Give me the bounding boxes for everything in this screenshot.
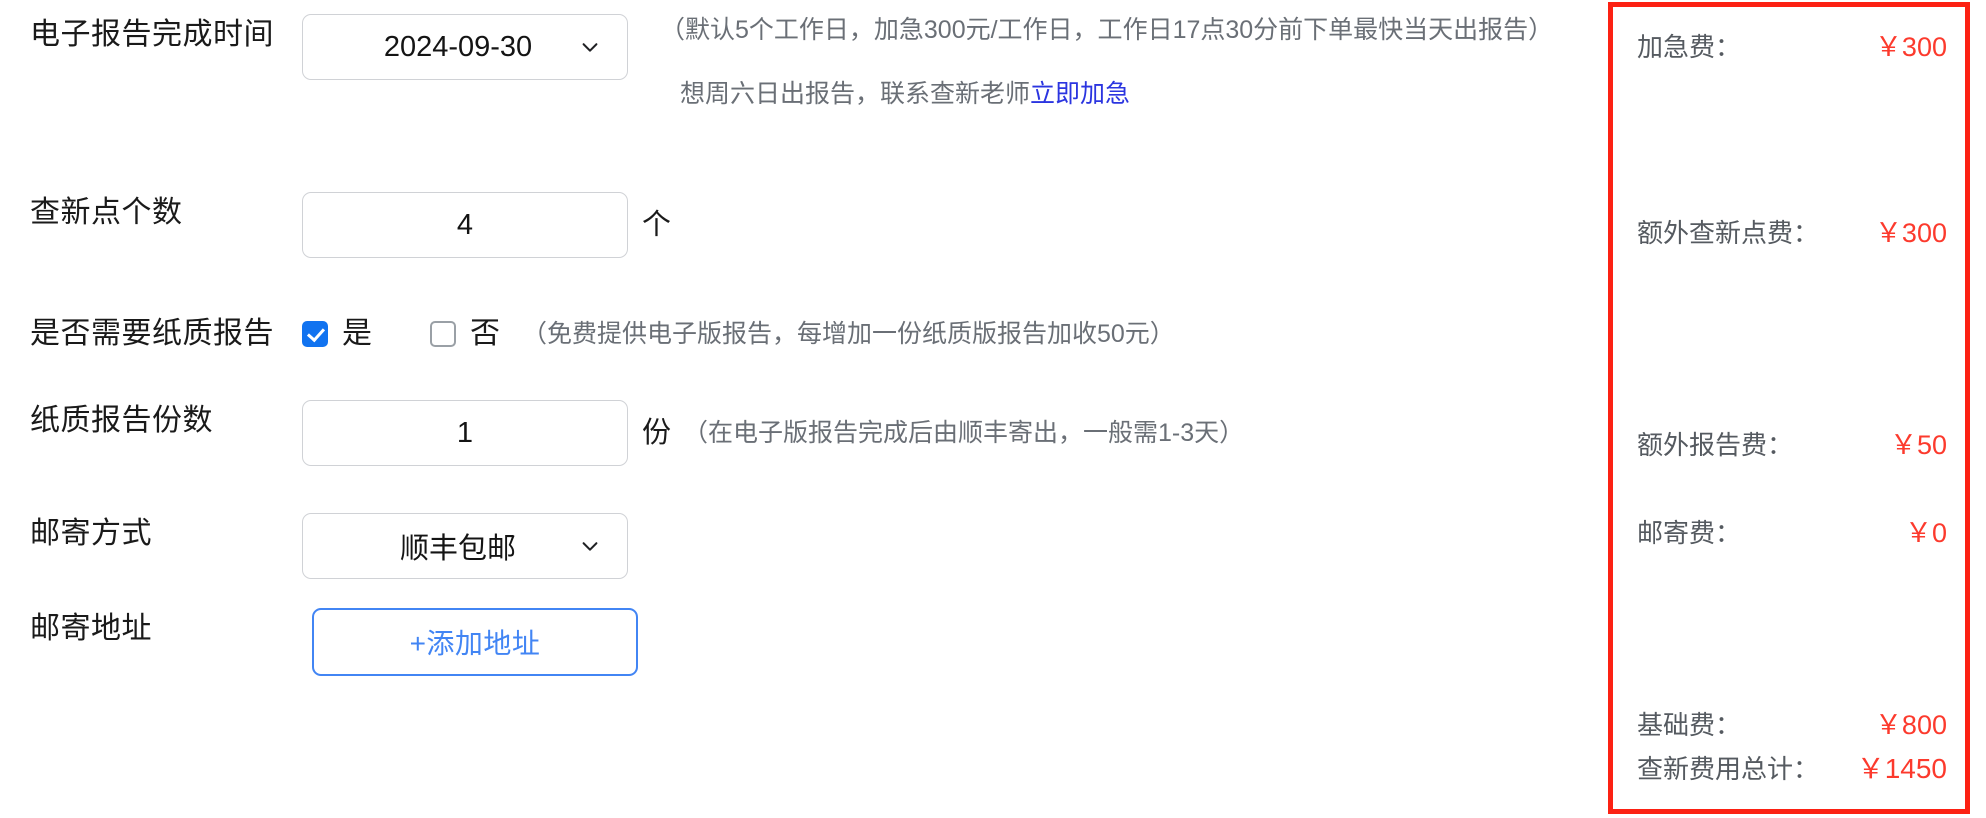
add-address-button[interactable]: +添加地址 [312, 608, 638, 676]
urgent-link[interactable]: 立即加急 [1030, 80, 1130, 108]
report-date-value: 2024-09-30 [383, 30, 533, 63]
fee-label-base: 基础费： [1637, 710, 1742, 740]
fee-row-extra-points: 额外查新点费： ￥300 [1637, 215, 1947, 251]
control-search-points: 4 个 [302, 192, 671, 258]
fee-label-extra-report: 额外报告费： [1637, 430, 1794, 460]
label-ship-address: 邮寄地址 [30, 612, 152, 645]
fee-value-shipping: ￥0 [1904, 518, 1947, 548]
search-points-input[interactable]: 4 [302, 192, 628, 258]
paper-report-checkbox-group: 是 否 [302, 313, 500, 355]
checkbox-yes-box[interactable] [302, 321, 328, 347]
fee-value-base: ￥800 [1874, 710, 1947, 740]
form-row-paper-copies: 纸质报告份数 1 份 （在电子版报告完成后由顺丰寄出，一般需1-3天） [30, 400, 1244, 466]
checkbox-no[interactable]: 否 [430, 319, 500, 349]
checkbox-no-label: 否 [470, 317, 500, 350]
checkbox-yes[interactable]: 是 [302, 319, 372, 349]
label-search-points: 查新点个数 [30, 196, 183, 229]
form-row-ship-method: 邮寄方式 顺丰包邮 [30, 513, 628, 579]
report-date-hint-block: （默认5个工作日，加急300元/工作日，工作日17点30分前下单最快当天出报告）… [660, 8, 1600, 116]
checkbox-no-box[interactable] [430, 321, 456, 347]
fee-value-extra-report: ￥50 [1889, 430, 1947, 460]
checkbox-yes-label: 是 [342, 317, 372, 350]
fee-label-shipping: 邮寄费： [1637, 518, 1742, 548]
fee-value-extra-points: ￥300 [1874, 218, 1947, 248]
fee-row-total: 查新费用总计： ￥1450 [1637, 751, 1947, 787]
ship-method-select[interactable]: 顺丰包邮 [302, 513, 628, 579]
fee-value-total: ￥1450 [1856, 753, 1947, 784]
fee-label-extra-points: 额外查新点费： [1637, 218, 1820, 248]
paper-copies-unit: 份 [642, 417, 672, 449]
paper-report-hint: （免费提供电子版报告，每增加一份纸质版报告加收50元） [522, 320, 1175, 348]
form-row-search-points: 查新点个数 4 个 [30, 192, 671, 258]
chevron-down-icon [579, 535, 601, 557]
fee-value-urgent: ￥300 [1874, 32, 1947, 62]
fee-row-urgent: 加急费： ￥300 [1637, 29, 1947, 65]
chevron-down-icon [579, 36, 601, 58]
control-ship-method: 顺丰包邮 [302, 513, 628, 579]
report-date-select[interactable]: 2024-09-30 [302, 14, 628, 80]
label-paper-copies: 纸质报告份数 [30, 404, 213, 437]
control-ship-address: +添加地址 [302, 608, 638, 676]
control-report-date: 2024-09-30 [302, 14, 628, 80]
label-need-paper-report: 是否需要纸质报告 [30, 317, 274, 350]
paper-copies-input[interactable]: 1 [302, 400, 628, 466]
fee-row-extra-report: 额外报告费： ￥50 [1637, 427, 1947, 463]
control-need-paper-report: 是 否 （免费提供电子版报告，每增加一份纸质版报告加收50元） [302, 313, 1175, 355]
fee-row-shipping: 邮寄费： ￥0 [1637, 515, 1947, 551]
report-date-hint-paragraph: （默认5个工作日，加急300元/工作日，工作日17点30分前下单最快当天出报告） [660, 16, 1554, 44]
order-fee-form-page: 电子报告完成时间 2024-09-30 （默认5个工作日，加急300元/工作日，… [0, 0, 1986, 818]
control-paper-copies: 1 份 （在电子版报告完成后由顺丰寄出，一般需1-3天） [302, 400, 1244, 466]
ship-method-value: 顺丰包邮 [399, 533, 516, 565]
paper-copies-hint: （在电子版报告完成后由顺丰寄出，一般需1-3天） [683, 419, 1245, 447]
label-report-date: 电子报告完成时间 [30, 18, 274, 51]
form-row-need-paper-report: 是否需要纸质报告 是 否 （免费提供电子版报告，每增加一份纸质版报告加收50元） [30, 313, 1175, 355]
fee-row-base: 基础费： ￥800 [1637, 707, 1947, 743]
form-row-report-date: 电子报告完成时间 2024-09-30 [30, 14, 628, 80]
report-date-hint-line2: 想周六日出报告，联系查新老师立即加急 [660, 72, 1600, 116]
fee-label-urgent: 加急费： [1637, 32, 1742, 62]
fee-label-total: 查新费用总计： [1637, 754, 1820, 784]
fee-summary-panel: 加急费： ￥300 额外查新点费： ￥300 额外报告费： ￥50 邮寄费： ￥… [1608, 2, 1970, 814]
form-row-ship-address: 邮寄地址 +添加地址 [30, 608, 638, 676]
hint-line2-prefix: 想周六日出报告，联系查新老师 [680, 80, 1031, 108]
label-ship-method: 邮寄方式 [30, 517, 152, 550]
form-area: 电子报告完成时间 2024-09-30 （默认5个工作日，加急300元/工作日，… [0, 0, 1600, 818]
search-points-unit: 个 [642, 209, 672, 241]
